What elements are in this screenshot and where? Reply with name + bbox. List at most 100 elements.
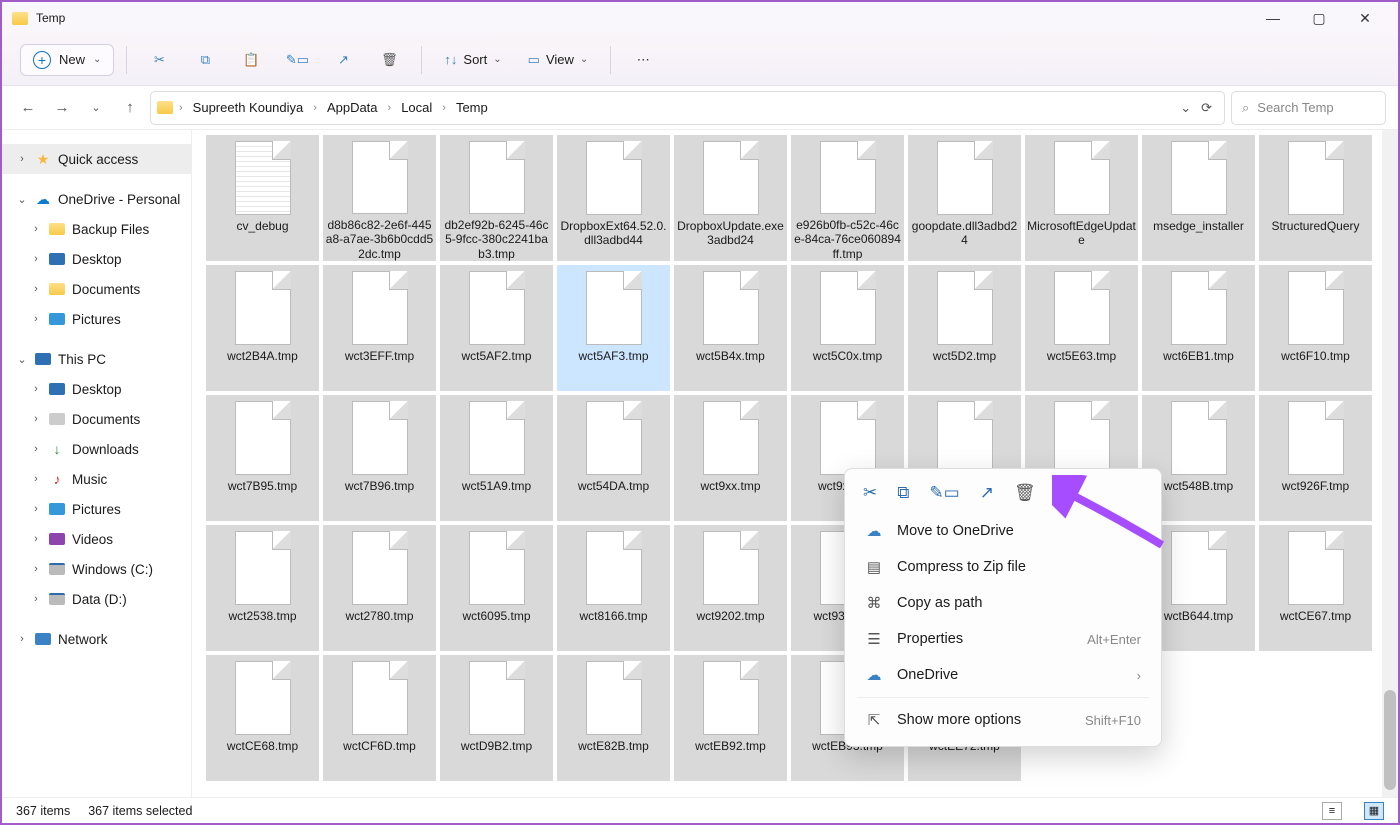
sidebar-item[interactable]: ›Desktop bbox=[2, 244, 191, 274]
new-button[interactable]: + New ⌄ bbox=[20, 44, 114, 76]
vertical-scrollbar[interactable] bbox=[1382, 130, 1398, 797]
rename-icon[interactable]: ✎▭ bbox=[929, 483, 959, 503]
more-button[interactable]: ⋯ bbox=[623, 42, 663, 78]
icons-view-button[interactable]: ▦ bbox=[1364, 802, 1384, 820]
file-item[interactable]: wctEB92.tmp bbox=[672, 653, 789, 783]
file-item[interactable]: DropboxExt64.52.0.dll3adbd44 bbox=[555, 133, 672, 263]
copy-button[interactable]: ⧉ bbox=[185, 42, 225, 78]
sidebar-item[interactable]: ›Pictures bbox=[2, 494, 191, 524]
file-item[interactable]: wct2B4A.tmp bbox=[204, 263, 321, 393]
delete-icon[interactable]: 🗑 bbox=[1014, 483, 1036, 503]
copy-icon[interactable]: ⧉ bbox=[897, 483, 909, 503]
file-item[interactable]: wct9202.tmp bbox=[672, 523, 789, 653]
sidebar-item[interactable]: ›♪Music bbox=[2, 464, 191, 494]
sidebar-item[interactable]: ›Documents bbox=[2, 404, 191, 434]
sidebar-item[interactable]: ›Data (D:) bbox=[2, 584, 191, 614]
ctx-move-to-onedrive[interactable]: ☁ Move to OneDrive bbox=[845, 513, 1161, 549]
file-item[interactable]: wct5D2.tmp bbox=[906, 263, 1023, 393]
sidebar-item[interactable]: ›Pictures bbox=[2, 304, 191, 334]
sidebar-item[interactable]: ›Videos bbox=[2, 524, 191, 554]
maximize-button[interactable]: ▢ bbox=[1296, 2, 1342, 34]
file-item[interactable]: d8b86c82-2e6f-445a8-a7ae-3b6b0cdd52dc.tm… bbox=[321, 133, 438, 263]
file-item[interactable]: wct5C0x.tmp bbox=[789, 263, 906, 393]
file-item[interactable]: e926b0fb-c52c-46ce-84ca-76ce060894ff.tmp bbox=[789, 133, 906, 263]
file-item[interactable]: wct54DA.tmp bbox=[555, 393, 672, 523]
search-input[interactable]: ⌕ Search Temp bbox=[1231, 91, 1386, 125]
minimize-button[interactable]: — bbox=[1250, 2, 1296, 34]
scrollbar-thumb[interactable] bbox=[1384, 690, 1396, 790]
sidebar-item[interactable]: ›Desktop bbox=[2, 374, 191, 404]
breadcrumb[interactable]: Local bbox=[397, 98, 436, 117]
file-item[interactable]: msedge_installer bbox=[1140, 133, 1257, 263]
sidebar-item[interactable]: ›Documents bbox=[2, 274, 191, 304]
back-button[interactable]: ← bbox=[14, 94, 42, 122]
file-item[interactable]: wct5AF2.tmp bbox=[438, 263, 555, 393]
file-item[interactable]: wct2538.tmp bbox=[204, 523, 321, 653]
file-icon bbox=[469, 271, 525, 345]
file-item[interactable]: cv_debug bbox=[204, 133, 321, 263]
file-item[interactable]: wct5E63.tmp bbox=[1023, 263, 1140, 393]
recent-button[interactable]: ⌄ bbox=[82, 94, 110, 122]
file-item[interactable]: wct7B96.tmp bbox=[321, 393, 438, 523]
details-view-button[interactable]: ≡ bbox=[1322, 802, 1342, 820]
sort-button[interactable]: ↑↓ Sort ⌄ bbox=[434, 46, 511, 73]
file-item[interactable]: MicrosoftEdgeUpdate bbox=[1023, 133, 1140, 263]
chevron-down-icon[interactable]: ⌄ bbox=[1180, 100, 1191, 116]
ctx-compress[interactable]: ▤ Compress to Zip file bbox=[845, 549, 1161, 585]
ctx-show-more[interactable]: ⇱ Show more options Shift+F10 bbox=[845, 702, 1161, 738]
file-name: wct5B4x.tmp bbox=[694, 349, 767, 363]
file-item[interactable]: wctCF6D.tmp bbox=[321, 653, 438, 783]
sidebar-item-onedrive[interactable]: ⌄ ☁ OneDrive - Personal bbox=[2, 184, 191, 214]
forward-button[interactable]: → bbox=[48, 94, 76, 122]
file-item[interactable]: goopdate.dll3adbd24 bbox=[906, 133, 1023, 263]
file-item[interactable]: wct926F.tmp bbox=[1257, 393, 1374, 523]
refresh-button[interactable]: ⟳ bbox=[1201, 100, 1212, 116]
sidebar-item[interactable]: ›Backup Files bbox=[2, 214, 191, 244]
breadcrumb[interactable]: Supreeth Koundiya bbox=[189, 98, 308, 117]
file-item[interactable]: DropboxUpdate.exe3adbd24 bbox=[672, 133, 789, 263]
file-item[interactable]: wctE82B.tmp bbox=[555, 653, 672, 783]
file-item[interactable]: wct5AF3.tmp bbox=[555, 263, 672, 393]
onedrive-icon: ☁ bbox=[865, 522, 883, 540]
file-item[interactable]: StructuredQuery bbox=[1257, 133, 1374, 263]
paste-button[interactable]: 📋 bbox=[231, 42, 271, 78]
file-icon bbox=[703, 401, 759, 475]
breadcrumb[interactable]: Temp bbox=[452, 98, 492, 117]
view-button[interactable]: ▭ View ⌄ bbox=[518, 46, 599, 74]
close-button[interactable]: ✕ bbox=[1342, 2, 1388, 34]
file-item[interactable]: wct6095.tmp bbox=[438, 523, 555, 653]
file-item[interactable]: wctCE68.tmp bbox=[204, 653, 321, 783]
sidebar-item-network[interactable]: › Network bbox=[2, 624, 191, 654]
delete-button[interactable]: 🗑 bbox=[369, 42, 409, 78]
show-more-icon: ⇱ bbox=[865, 711, 883, 729]
file-item[interactable]: wct7B95.tmp bbox=[204, 393, 321, 523]
file-item[interactable]: wct3EFF.tmp bbox=[321, 263, 438, 393]
sidebar-item-this-pc[interactable]: ⌄ This PC bbox=[2, 344, 191, 374]
file-item[interactable]: wctD9B2.tmp bbox=[438, 653, 555, 783]
file-item[interactable]: wct51A9.tmp bbox=[438, 393, 555, 523]
toolbar: + New ⌄ ✂ ⧉ 📋 ✎▭ ↗ 🗑 ↑↓ Sort ⌄ ▭ View ⌄ … bbox=[2, 34, 1398, 86]
sidebar-item[interactable]: ›Windows (C:) bbox=[2, 554, 191, 584]
rename-button[interactable]: ✎▭ bbox=[277, 42, 317, 78]
ctx-properties[interactable]: ☰ Properties Alt+Enter bbox=[845, 621, 1161, 657]
sidebar-item-quick-access[interactable]: › ★ Quick access bbox=[2, 144, 191, 174]
address-bar[interactable]: › Supreeth Koundiya › AppData › Local › … bbox=[150, 91, 1225, 125]
file-item[interactable]: wct8166.tmp bbox=[555, 523, 672, 653]
file-item[interactable]: wct9xx.tmp bbox=[672, 393, 789, 523]
up-button[interactable]: ↑ bbox=[116, 94, 144, 122]
cut-icon[interactable]: ✂ bbox=[863, 483, 877, 503]
music-icon: ♪ bbox=[54, 471, 61, 487]
share-icon[interactable]: ↗ bbox=[980, 483, 994, 503]
ctx-onedrive[interactable]: ☁ OneDrive › bbox=[845, 657, 1161, 693]
file-item[interactable]: wct5B4x.tmp bbox=[672, 263, 789, 393]
file-item[interactable]: wctCE67.tmp bbox=[1257, 523, 1374, 653]
sidebar-item[interactable]: ›↓Downloads bbox=[2, 434, 191, 464]
breadcrumb[interactable]: AppData bbox=[323, 98, 382, 117]
cut-button[interactable]: ✂ bbox=[139, 42, 179, 78]
ctx-copy-path[interactable]: ⌘ Copy as path bbox=[845, 585, 1161, 621]
file-item[interactable]: wct2780.tmp bbox=[321, 523, 438, 653]
share-button[interactable]: ↗ bbox=[323, 42, 363, 78]
file-item[interactable]: db2ef92b-6245-46c5-9fcc-380c2241bab3.tmp bbox=[438, 133, 555, 263]
file-item[interactable]: wct6EB1.tmp bbox=[1140, 263, 1257, 393]
file-item[interactable]: wct6F10.tmp bbox=[1257, 263, 1374, 393]
